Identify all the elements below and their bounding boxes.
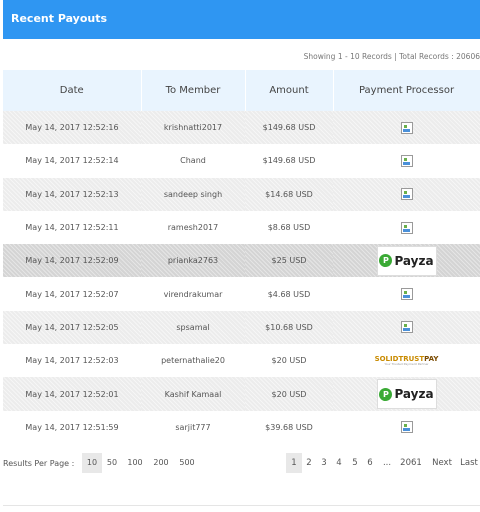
table-row: May 14, 2017 12:52:03 peternathalie20 $20 … — [3, 344, 480, 378]
per-page-option-10[interactable]: 10 — [82, 453, 102, 473]
member-cell: sandeep singh — [141, 177, 245, 211]
page-ellipsis: ... — [382, 458, 392, 468]
column-header-date: Date — [3, 70, 142, 111]
per-page-option-200[interactable]: 200 — [148, 453, 174, 473]
date-cell: May 14, 2017 12:52:01 — [3, 377, 141, 411]
amount-cell: $149.68 USD — [245, 111, 333, 145]
member-cell: spsamal — [141, 310, 245, 345]
column-header-member: To Member — [141, 70, 246, 111]
page-link-2061[interactable]: 2061 — [398, 453, 424, 473]
processor-cell — [333, 410, 480, 444]
per-page-option-50[interactable]: 50 — [102, 453, 122, 473]
processor-cell — [333, 210, 480, 245]
member-cell: virendrakumar — [141, 277, 245, 311]
column-header-amount: Amount — [245, 70, 334, 111]
table-row: May 14, 2017 12:52:14 Chand $149.68 USD — [3, 144, 480, 178]
date-cell: May 14, 2017 12:51:59 — [3, 410, 141, 444]
processor-cell: P Payza — [333, 377, 480, 411]
date-cell: May 14, 2017 12:52:07 — [3, 277, 141, 311]
payouts-table: Date To Member Amount Payment Processor … — [3, 70, 480, 444]
next-page-link[interactable]: Next — [429, 453, 455, 473]
date-cell: May 14, 2017 12:52:14 — [3, 144, 141, 178]
page-title: Recent Payouts — [11, 12, 108, 25]
date-cell: May 14, 2017 12:52:03 — [3, 344, 141, 378]
processor-cell: SOLIDTRUSTPAY Your Trusted Payment Partne… — [333, 344, 480, 378]
member-cell: krishnatti2017 — [141, 111, 245, 145]
table-row: May 14, 2017 12:52:11 ramesh2017 $8.68 USD — [3, 210, 480, 245]
member-cell: Kashif Kamaal — [141, 377, 245, 411]
table-row: May 14, 2017 12:52:13 sandeep singh $14.68… — [3, 177, 480, 211]
broken-image-icon — [400, 288, 413, 301]
broken-image-icon — [400, 321, 413, 334]
table-row: May 14, 2017 12:52:09 prianka2763 $25 USD P… — [3, 244, 480, 278]
solidtrustpay-logo: SOLIDTRUSTPAY Your Trusted Payment Partne… — [375, 355, 439, 366]
divider — [3, 505, 480, 506]
table-row: May 14, 2017 12:51:59 sarjit777 $39.68 USD — [3, 410, 480, 444]
per-page-option-500[interactable]: 500 — [174, 453, 200, 473]
records-summary: Showing 1 - 10 Records | Total Records :… — [303, 52, 480, 61]
amount-cell: $14.68 USD — [245, 177, 333, 211]
member-cell: sarjit777 — [141, 410, 245, 444]
payza-mark-icon: P — [379, 387, 393, 401]
member-cell: prianka2763 — [141, 244, 245, 278]
processor-cell — [333, 144, 480, 178]
amount-cell: $10.68 USD — [245, 310, 333, 345]
page-link-5[interactable]: 5 — [348, 453, 362, 473]
table-row: May 14, 2017 12:52:16 krishnatti2017 $149.… — [3, 111, 480, 145]
broken-image-icon — [400, 188, 413, 201]
amount-cell: $20 USD — [245, 344, 333, 378]
page-link-4[interactable]: 4 — [332, 453, 346, 473]
payza-logo: P Payza — [376, 245, 437, 276]
amount-cell: $39.68 USD — [245, 410, 333, 444]
broken-image-icon — [400, 421, 413, 434]
date-cell: May 14, 2017 12:52:09 — [3, 244, 141, 278]
date-cell: May 14, 2017 12:52:13 — [3, 177, 141, 211]
amount-cell: $20 USD — [245, 377, 333, 411]
date-cell: May 14, 2017 12:52:05 — [3, 310, 141, 345]
results-per-page-label: Results Per Page : — [3, 459, 75, 468]
broken-image-icon — [400, 154, 413, 167]
processor-cell — [333, 277, 480, 311]
processor-cell: P Payza — [333, 244, 480, 278]
date-cell: May 14, 2017 12:52:11 — [3, 210, 141, 245]
payza-wordmark: Payza — [394, 387, 434, 402]
payza-mark-icon: P — [379, 254, 393, 268]
page-link-2[interactable]: 2 — [302, 453, 316, 473]
page-link-3[interactable]: 3 — [317, 453, 331, 473]
table-row: May 14, 2017 12:52:01 Kashif Kamaal $20 US… — [3, 377, 480, 411]
table-row: May 14, 2017 12:52:05 spsamal $10.68 USD — [3, 310, 480, 345]
processor-cell — [333, 310, 480, 345]
processor-cell — [333, 177, 480, 211]
page-link-1[interactable]: 1 — [286, 453, 302, 473]
amount-cell: $8.68 USD — [245, 210, 333, 245]
broken-image-icon — [400, 221, 413, 234]
payza-wordmark: Payza — [394, 253, 434, 268]
table-row: May 14, 2017 12:52:07 virendrakumar $4.68 … — [3, 277, 480, 311]
last-page-link[interactable]: Last — [458, 453, 480, 473]
per-page-option-100[interactable]: 100 — [122, 453, 148, 473]
member-cell: Chand — [141, 144, 245, 178]
member-cell: ramesh2017 — [141, 210, 245, 245]
payza-logo: P Payza — [376, 379, 437, 410]
broken-image-icon — [400, 121, 413, 134]
column-header-processor: Payment Processor — [333, 70, 480, 111]
table-header-row: Date To Member Amount Payment Processor — [3, 70, 480, 111]
amount-cell: $149.68 USD — [245, 144, 333, 178]
page-link-6[interactable]: 6 — [363, 453, 377, 473]
processor-cell — [333, 111, 480, 145]
amount-cell: $4.68 USD — [245, 277, 333, 311]
member-cell: peternathalie20 — [141, 344, 245, 378]
page-header: Recent Payouts — [3, 0, 480, 39]
stp-tagline: Your Trusted Payment Partner — [384, 361, 429, 366]
amount-cell: $25 USD — [245, 244, 333, 278]
date-cell: May 14, 2017 12:52:16 — [3, 111, 141, 145]
